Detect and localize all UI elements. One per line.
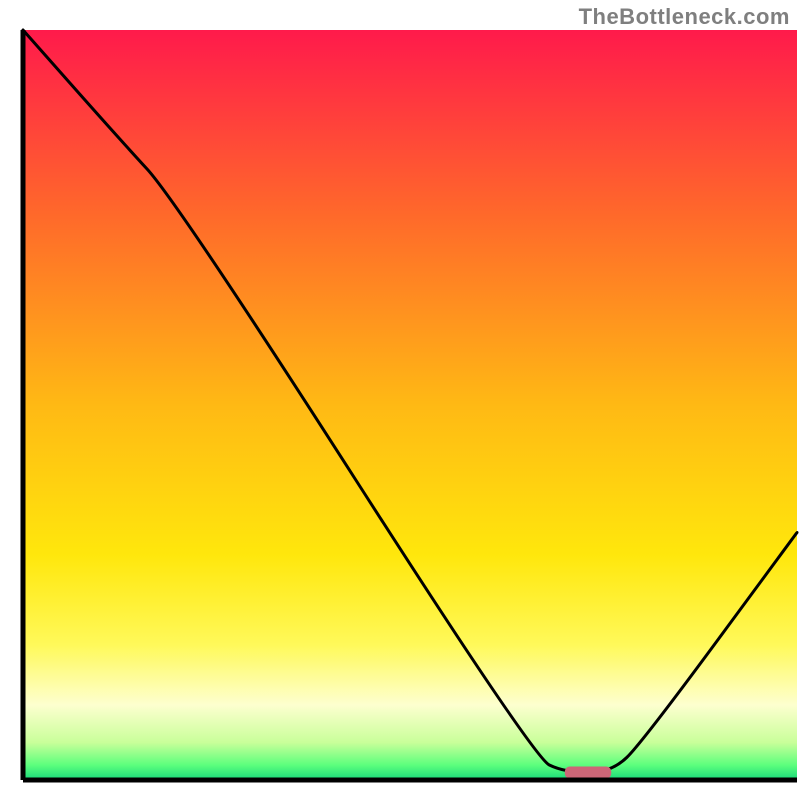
bottleneck-chart (0, 0, 800, 800)
plot-background (23, 30, 797, 780)
marker-bar (565, 767, 611, 779)
chart-container: TheBottleneck.com (0, 0, 800, 800)
attribution-label: TheBottleneck.com (579, 4, 790, 30)
